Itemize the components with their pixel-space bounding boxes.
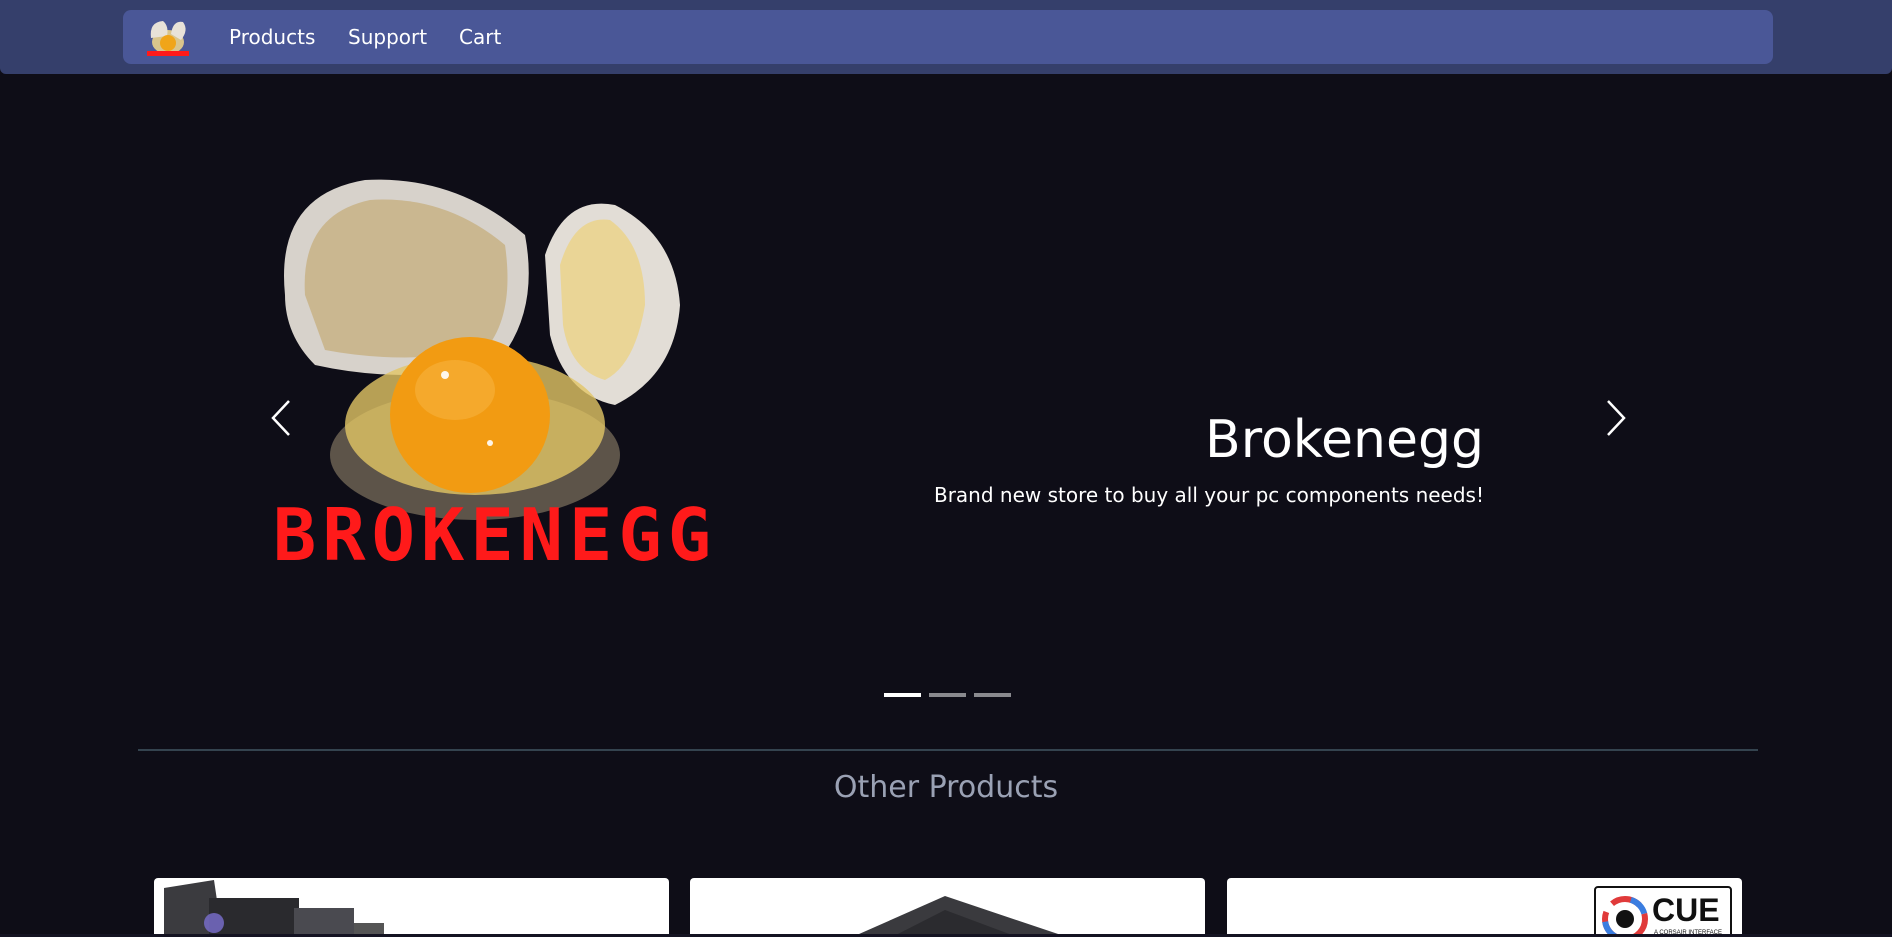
carousel-indicator-1[interactable] [884, 693, 921, 697]
carousel-caption: Brand new store to buy all your pc compo… [933, 483, 1484, 507]
icue-badge: CUE A CORSAIR INTERFACE [1594, 886, 1732, 937]
header-bar: Products Support Cart [0, 0, 1892, 74]
product-card-2[interactable] [690, 878, 1205, 937]
hero-logo-text: BROKENEGG [273, 493, 717, 575]
carousel-indicator-2[interactable] [929, 693, 966, 697]
carousel-next-icon[interactable] [1594, 393, 1634, 443]
nav-link-products[interactable]: Products [229, 10, 315, 64]
section-title: Other Products [833, 770, 1059, 805]
brokenegg-hero-logo: BROKENEGG [273, 179, 717, 575]
brand-logo-icon[interactable] [141, 16, 195, 58]
nav-link-cart[interactable]: Cart [459, 10, 501, 64]
product-card-3[interactable]: CUE A CORSAIR INTERFACE [1227, 878, 1742, 937]
carousel-title: Brokenegg [1205, 410, 1484, 470]
section-divider [138, 749, 1758, 751]
nav-link-support[interactable]: Support [348, 10, 427, 64]
navbar: Products Support Cart [123, 10, 1773, 64]
product-card-1[interactable] [154, 878, 669, 937]
motherboard-image [159, 880, 384, 937]
icue-logo-icon [1602, 896, 1648, 937]
carousel-prev-icon[interactable] [263, 393, 303, 443]
power-supply-image [852, 896, 1068, 937]
icue-badge-text: CUE [1652, 892, 1720, 928]
carousel-indicator-3[interactable] [974, 693, 1011, 697]
